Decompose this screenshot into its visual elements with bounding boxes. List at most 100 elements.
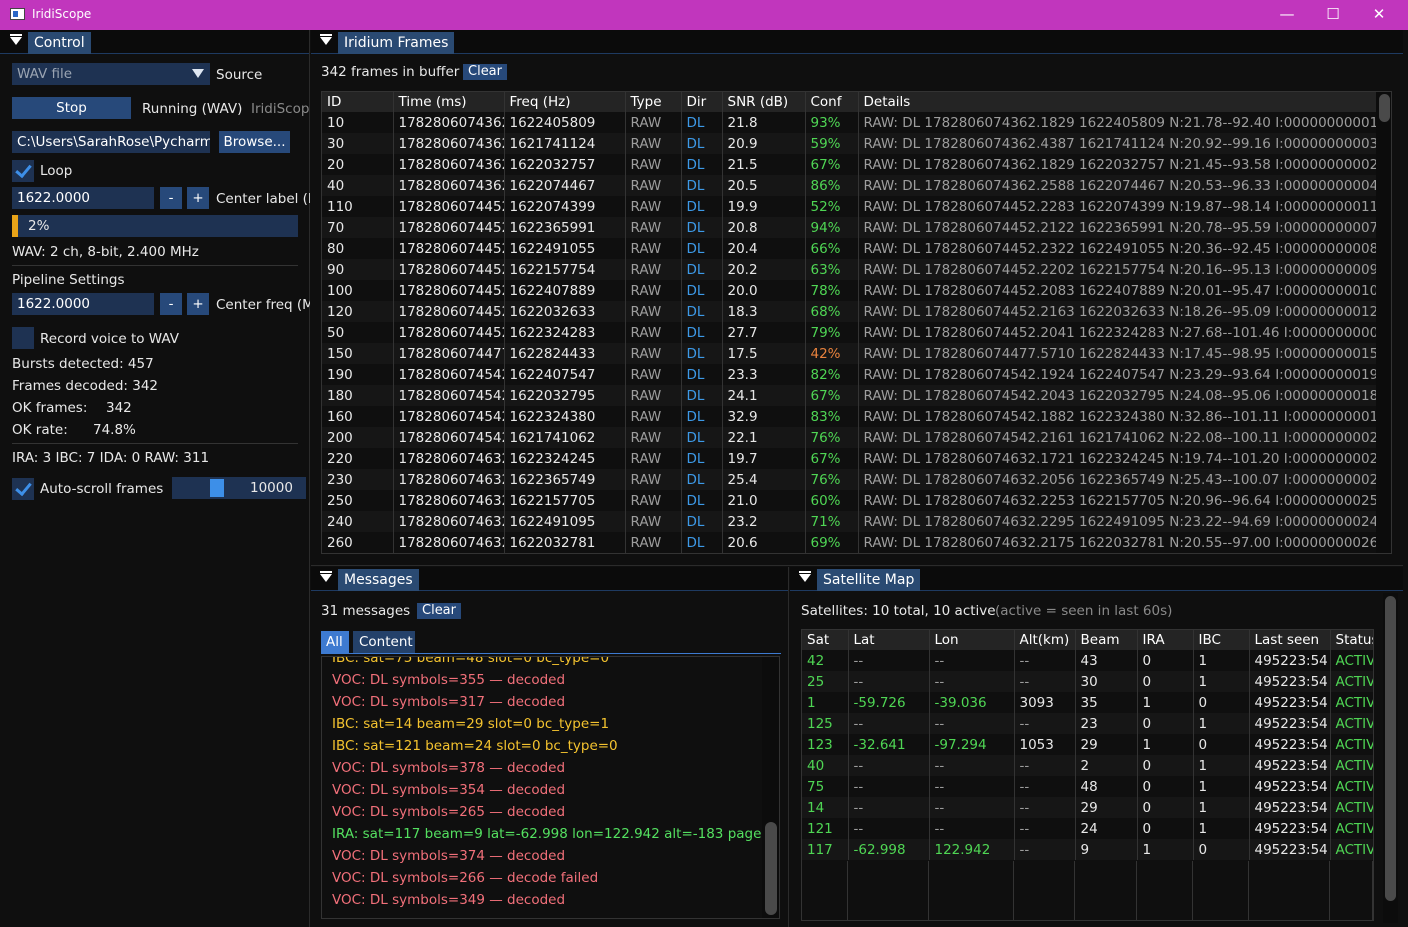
slider-handle[interactable] — [210, 479, 224, 497]
cell-sat: 123 — [802, 734, 849, 755]
cell-details: RAW: DL 1782806074542.2161 1621741062 N:… — [858, 427, 1377, 448]
cell-conf: 83% — [805, 406, 859, 427]
cell-id: 40 — [322, 175, 394, 196]
progress-fill — [12, 215, 18, 237]
collapse-icon[interactable] — [799, 571, 811, 582]
frames-scrollbar[interactable] — [1376, 92, 1391, 553]
cell-dir: DL — [681, 448, 723, 469]
maximize-button[interactable]: ☐ — [1310, 0, 1356, 30]
table-row[interactable]: 230 1782806074632 1622365749 RAW DL 25.4 76% RA… — [322, 469, 1377, 490]
center-label-increment[interactable]: + — [187, 187, 209, 209]
cell-sat: 75 — [802, 776, 849, 797]
table-row[interactable]: 110 1782806074452 1622074399 RAW DL 19.9 52% RA… — [322, 196, 1377, 217]
table-row[interactable]: 10 1782806074362 1622405809 RAW DL 21.8 93% RAW… — [322, 112, 1377, 133]
table-row[interactable]: 40------201495223:54ACTIVE — [802, 755, 1373, 776]
table-row[interactable]: 220 1782806074632 1622324245 RAW DL 19.7 67% RA… — [322, 448, 1377, 469]
messages-clear-button[interactable]: Clear — [417, 603, 461, 619]
cell-lon: -- — [929, 671, 1015, 692]
table-row[interactable]: 125------2301495223:54ACTIVE — [802, 713, 1373, 734]
table-row[interactable]: 40 1782806074362 1622074467 RAW DL 20.5 86% RAW… — [322, 175, 1377, 196]
cell-time: 1782806074632 — [393, 532, 505, 553]
table-row[interactable]: 14------2901495223:54ACTIVE — [802, 797, 1373, 818]
table-row[interactable]: 117-62.998122.942--910495223:54ACTIVE — [802, 839, 1373, 860]
tab-control[interactable]: Control — [28, 32, 91, 54]
collapse-icon[interactable] — [10, 34, 22, 45]
table-row[interactable]: 120 1782806074452 1622032633 RAW DL 18.3 68% RA… — [322, 301, 1377, 322]
tab-content[interactable]: Content — [353, 631, 415, 653]
collapse-icon[interactable] — [320, 34, 332, 45]
messages-scrollbar[interactable] — [762, 657, 779, 918]
table-row[interactable]: 75------4801495223:54ACTIVE — [802, 776, 1373, 797]
column-divider — [1074, 861, 1075, 920]
center-freq-increment[interactable]: + — [187, 293, 209, 315]
satellite-summary: Satellites: 10 total, 10 active — [801, 603, 996, 619]
cell-type: RAW — [625, 280, 682, 301]
cell-alt: -- — [1014, 776, 1076, 797]
table-row[interactable]: 160 1782806074542 1622324380 RAW DL 32.9 83% RA… — [322, 406, 1377, 427]
satellite-scroll-thumb[interactable] — [1385, 596, 1396, 901]
autoscroll-checkbox[interactable] — [12, 478, 34, 500]
cell-details: RAW: DL 1782806074362.4387 1621741124 N:… — [858, 133, 1377, 154]
cell-time: 1782806074362 — [393, 112, 505, 133]
center-freq-decrement[interactable]: - — [160, 293, 182, 315]
cell-details: RAW: DL 1782806074452.2322 1622491055 N:… — [858, 238, 1377, 259]
table-row[interactable]: 260 1782806074632 1622032781 RAW DL 20.6 69% RA… — [322, 532, 1377, 553]
table-row[interactable]: 180 1782806074542 1622032795 RAW DL 24.1 67% RA… — [322, 385, 1377, 406]
minimize-button[interactable]: — — [1264, 0, 1310, 30]
cell-details: RAW: DL 1782806074632.2253 1622157705 N:… — [858, 490, 1377, 511]
table-row[interactable]: 190 1782806074542 1622407547 RAW DL 23.3 82% RA… — [322, 364, 1377, 385]
frames-clear-button[interactable]: Clear — [463, 64, 507, 80]
loop-checkbox[interactable] — [12, 160, 34, 182]
messages-scroll-thumb[interactable] — [765, 822, 777, 915]
collapse-icon[interactable] — [320, 571, 332, 582]
file-path-input[interactable]: C:\Users\SarahRose\Pycharm — [12, 131, 210, 153]
stop-button[interactable]: Stop — [12, 97, 131, 119]
record-voice-checkbox[interactable] — [12, 327, 34, 349]
cell-alt: -- — [1014, 755, 1076, 776]
table-row[interactable]: 42------4301495223:54ACTIVE — [802, 650, 1373, 671]
table-row[interactable]: 90 1782806074452 1622157754 RAW DL 20.2 63% RAW… — [322, 259, 1377, 280]
messages-list: IBC: sat=75 beam=48 slot=0 bc_type=0 VOC:… — [321, 656, 780, 919]
center-freq-input[interactable]: 1622.0000 — [12, 293, 154, 315]
source-select[interactable]: WAV file — [12, 63, 210, 85]
tab-satellite-map[interactable]: Satellite Map — [817, 569, 921, 591]
center-label-decrement[interactable]: - — [160, 187, 182, 209]
table-row[interactable]: 121------2401495223:54ACTIVE — [802, 818, 1373, 839]
table-row[interactable]: 200 1782806074542 1621741062 RAW DL 22.1 76% RA… — [322, 427, 1377, 448]
tab-all[interactable]: All — [321, 631, 349, 653]
autoscroll-slider[interactable]: 10000 — [172, 477, 306, 499]
browse-button[interactable]: Browse... — [219, 131, 290, 153]
table-row[interactable]: 30 1782806074362 1621741124 RAW DL 20.9 59% RAW… — [322, 133, 1377, 154]
cell-lon: -97.294 — [929, 734, 1015, 755]
message-item: IRA: sat=117 beam=9 lat=-62.998 lon=122.… — [332, 826, 780, 842]
center-label-input[interactable]: 1622.0000 — [12, 187, 154, 209]
table-row[interactable]: 250 1782806074632 1622157705 RAW DL 21.0 60% RA… — [322, 490, 1377, 511]
close-button[interactable]: ✕ — [1356, 0, 1402, 30]
cell-details: RAW: DL 1782806074452.2163 1622032633 N:… — [858, 301, 1377, 322]
tab-iridium-frames[interactable]: Iridium Frames — [338, 32, 455, 54]
table-row[interactable]: 50 1782806074452 1622324283 RAW DL 27.7 79% RAW… — [322, 322, 1377, 343]
tab-messages[interactable]: Messages — [338, 569, 419, 591]
cell-lat: -- — [848, 671, 930, 692]
table-row[interactable]: 100 1782806074452 1622407889 RAW DL 20.0 78% RA… — [322, 280, 1377, 301]
table-row[interactable]: 20 1782806074362 1622032757 RAW DL 21.5 67% RAW… — [322, 154, 1377, 175]
table-row[interactable]: 70 1782806074452 1622365991 RAW DL 20.8 94% RAW… — [322, 217, 1377, 238]
satellite-scrollbar[interactable] — [1383, 593, 1398, 923]
table-row[interactable]: 123-32.641-97.29410532910495223:54ACTIVE — [802, 734, 1373, 755]
cell-type: RAW — [625, 364, 682, 385]
cell-ibc: 0 — [1193, 839, 1250, 860]
frames-scroll-thumb[interactable] — [1379, 94, 1390, 122]
cell-ira: 1 — [1137, 839, 1194, 860]
cell-alt: -- — [1014, 839, 1076, 860]
cell-sat: 121 — [802, 818, 849, 839]
table-row[interactable]: 150 1782806074477 1622824433 RAW DL 17.5 42% RA… — [322, 343, 1377, 364]
cell-last-seen: 495223:54 — [1249, 671, 1331, 692]
table-row[interactable]: 1-59.726-39.03630933510495223:54ACTIVE — [802, 692, 1373, 713]
cell-lon: -- — [929, 755, 1015, 776]
column-divider — [1013, 861, 1014, 920]
cell-alt: 1053 — [1014, 734, 1076, 755]
table-row[interactable]: 80 1782806074452 1622491055 RAW DL 20.4 66% RAW… — [322, 238, 1377, 259]
table-row[interactable]: 25------3001495223:54ACTIVE — [802, 671, 1373, 692]
table-row[interactable]: 240 1782806074632 1622491095 RAW DL 23.2 71% RA… — [322, 511, 1377, 532]
cell-ibc: 1 — [1193, 818, 1250, 839]
